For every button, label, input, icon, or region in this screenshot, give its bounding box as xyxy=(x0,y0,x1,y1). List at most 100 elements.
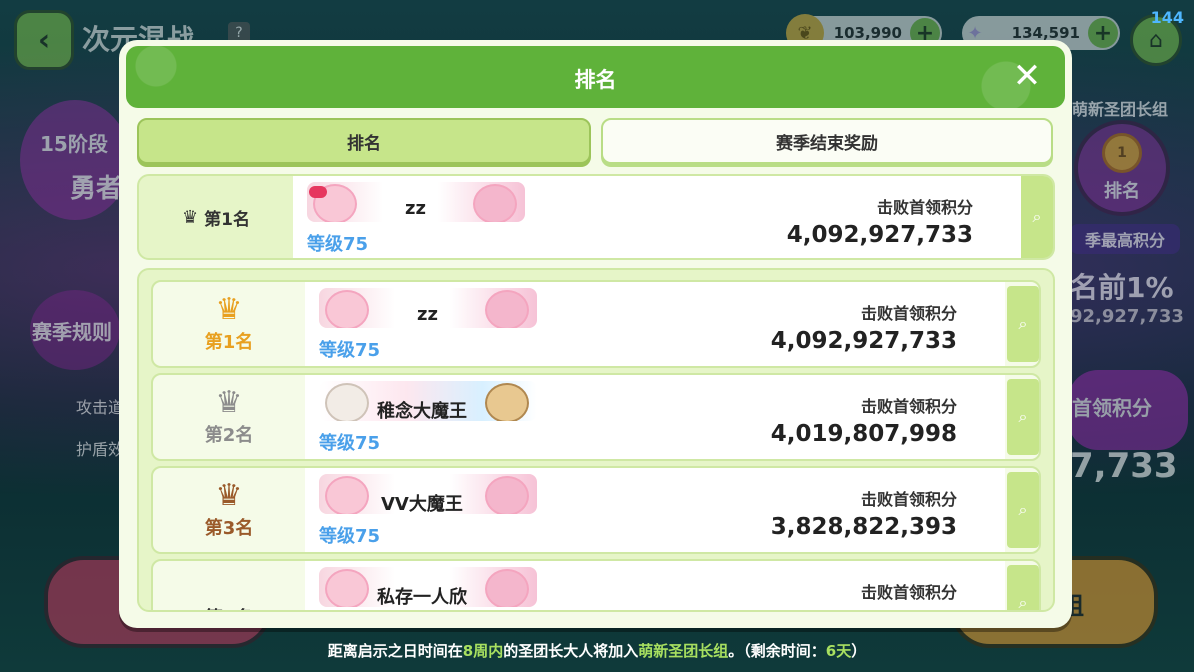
search-icon: ⌕ xyxy=(1032,207,1042,226)
avatar xyxy=(485,569,529,607)
attack-buff-label: 攻击道 xyxy=(76,398,125,417)
brave-label: 勇者 xyxy=(70,174,123,204)
avatar xyxy=(485,290,529,328)
crown-outline-icon: ♛ xyxy=(182,206,199,228)
tip-part-highlight: 萌新圣团长组 xyxy=(638,642,729,660)
tip-part-highlight: 8周内 xyxy=(462,642,504,660)
score-label: 击败首领积分 xyxy=(860,304,957,323)
search-icon: ⌕ xyxy=(1018,593,1028,612)
player-name: VV大魔王 xyxy=(381,494,463,514)
view-player-button[interactable]: ⌕ xyxy=(1007,565,1039,612)
back-button[interactable]: ‹ xyxy=(14,10,74,70)
bottom-tip: 距离启示之日时间在8周内的圣团长大人将加入萌新圣团长组。（剩余时间：6天） xyxy=(0,640,1194,661)
home-icon: ⌂ xyxy=(1149,27,1163,53)
nameplate-banner: 私存一人欣 xyxy=(319,567,537,607)
score-label: 击败首领积分 xyxy=(860,490,957,509)
nameplate-banner: 稚念大魔王 xyxy=(319,381,537,421)
tip-part: 的圣团长大人将加入 xyxy=(503,642,639,660)
player-level: 等级75 xyxy=(307,234,369,255)
my-rank-row: ♛ 第1名 zz 等级75 击败首领积分 4,092,927,733 ⌕ xyxy=(137,174,1055,260)
ranking-row: ♛ 第1名 zz 等级75 击败首领积分 4,092,927,733 ⌕ xyxy=(151,280,1041,368)
rank-label: 第1名 xyxy=(204,332,254,353)
player-info: VV大魔王 等级75 击败首领积分 3,828,822,393 xyxy=(305,468,1005,552)
score-label: 击败首领积分 xyxy=(860,397,957,416)
player-level: 等级75 xyxy=(319,526,381,547)
bow-decoration xyxy=(309,186,327,198)
avatar xyxy=(325,569,369,607)
search-icon: ⌕ xyxy=(1018,500,1028,519)
rank-cell: ♛ 第1名 xyxy=(153,282,305,366)
avatar xyxy=(325,476,369,514)
player-name: zz xyxy=(405,198,426,219)
view-player-button[interactable]: ⌕ xyxy=(1007,379,1039,455)
my-rank-label: 第1名 xyxy=(204,209,250,230)
rank-cell: ♛ 第2名 xyxy=(153,375,305,459)
player-info: 私存一人欣 击败首领积分 xyxy=(305,561,1005,610)
rank-cell: ♛ 第3名 xyxy=(153,468,305,552)
player-name: 稚念大魔王 xyxy=(377,401,467,421)
avatar xyxy=(485,476,529,514)
tip-part: 距离启示之日时间在 xyxy=(327,642,463,660)
boss-score-value: 7,733 xyxy=(1070,446,1178,486)
back-arrow-icon: ‹ xyxy=(37,22,51,58)
view-player-button[interactable]: ⌕ xyxy=(1007,472,1039,548)
my-rank: ♛ 第1名 xyxy=(139,176,293,258)
search-icon: ⌕ xyxy=(1018,314,1028,333)
modal-title: 排名 xyxy=(574,68,617,92)
shield-buff-label: 护盾效 xyxy=(76,440,125,459)
score-label: 击败首领积分 xyxy=(876,198,973,217)
my-player-info: zz 等级75 击败首领积分 4,092,927,733 xyxy=(293,176,1021,258)
score-value: 4,092,927,733 xyxy=(770,328,957,354)
score-label: 击败首领积分 xyxy=(860,583,957,602)
nameplate-banner: zz xyxy=(319,288,537,328)
gold-crown-icon: ♛ xyxy=(215,292,243,327)
tab-ranking[interactable]: 排名 xyxy=(137,118,591,164)
ranking-row: ♛ 第3名 VV大魔王 等级75 击败首领积分 3,828,822,393 ⌕ xyxy=(151,466,1041,554)
search-icon: ⌕ xyxy=(1018,407,1028,426)
player-level: 等级75 xyxy=(319,433,381,454)
top-percent-label: 名前1% xyxy=(1070,271,1174,304)
avatar xyxy=(325,383,369,421)
rank-label: 第2名 xyxy=(204,425,254,446)
fps-counter: 144 xyxy=(1150,8,1184,27)
boss-score-label: 首领积分 xyxy=(1072,396,1152,420)
nameplate-banner: VV大魔王 xyxy=(319,474,537,514)
season-best-label: 季最高积分 xyxy=(1070,224,1180,254)
view-player-button[interactable]: ⌕ xyxy=(1007,286,1039,362)
rank-button-label: 排名 xyxy=(1104,181,1140,202)
player-level: 等级75 xyxy=(319,340,381,361)
player-info: zz 等级75 击败首领积分 4,092,927,733 xyxy=(305,282,1005,366)
stage-label: 15阶段 xyxy=(40,132,108,156)
silver-crown-icon: ♛ xyxy=(215,385,243,420)
tip-part-highlight: 6天 xyxy=(825,642,852,660)
player-name: zz xyxy=(417,304,438,325)
score-value: 3,828,822,393 xyxy=(770,514,957,540)
ranking-modal: 排名 ✕ 排名 赛季结束奖励 ♛ 第1名 zz 等级75 击败首领积分 4,09… xyxy=(119,40,1072,628)
score-value: 4,092,927,733 xyxy=(786,222,973,248)
rank-cell: 第4名 xyxy=(153,561,305,610)
tip-part: 。（剩余时间： xyxy=(728,642,826,660)
tip-part: ） xyxy=(851,642,867,660)
ranking-list[interactable]: ♛ 第1名 zz 等级75 击败首领积分 4,092,927,733 ⌕ ♛ 第… xyxy=(137,268,1055,612)
ranking-row: ♛ 第2名 稚念大魔王 等级75 击败首领积分 4,019,807,998 ⌕ xyxy=(151,373,1041,461)
season-best-score: 92,927,733 xyxy=(1070,306,1184,327)
add-gem-button[interactable]: + xyxy=(1088,18,1118,48)
close-icon: ✕ xyxy=(1012,56,1042,96)
ranking-row: 第4名 私存一人欣 击败首领积分 ⌕ xyxy=(151,559,1041,612)
season-rules-button[interactable]: 赛季规则 xyxy=(32,316,112,345)
player-name: 私存一人欣 xyxy=(377,587,467,607)
close-button[interactable]: ✕ xyxy=(1007,56,1047,96)
avatar xyxy=(325,290,369,328)
avatar xyxy=(485,383,529,421)
nameplate-banner: zz xyxy=(307,182,525,222)
bronze-crown-icon: ♛ xyxy=(215,478,243,513)
view-player-button[interactable]: ⌕ xyxy=(1021,176,1053,258)
rank-label: 第4名 xyxy=(205,604,254,610)
rank-button[interactable]: 1 排名 xyxy=(1074,120,1170,216)
avatar xyxy=(473,184,517,222)
medal-icon: 1 xyxy=(1102,133,1142,173)
score-value: 4,019,807,998 xyxy=(770,421,957,447)
tab-season-rewards[interactable]: 赛季结束奖励 xyxy=(601,118,1053,164)
group-label: 萌新圣团长组 xyxy=(1072,100,1169,119)
player-info: 稚念大魔王 等级75 击败首领积分 4,019,807,998 xyxy=(305,375,1005,459)
